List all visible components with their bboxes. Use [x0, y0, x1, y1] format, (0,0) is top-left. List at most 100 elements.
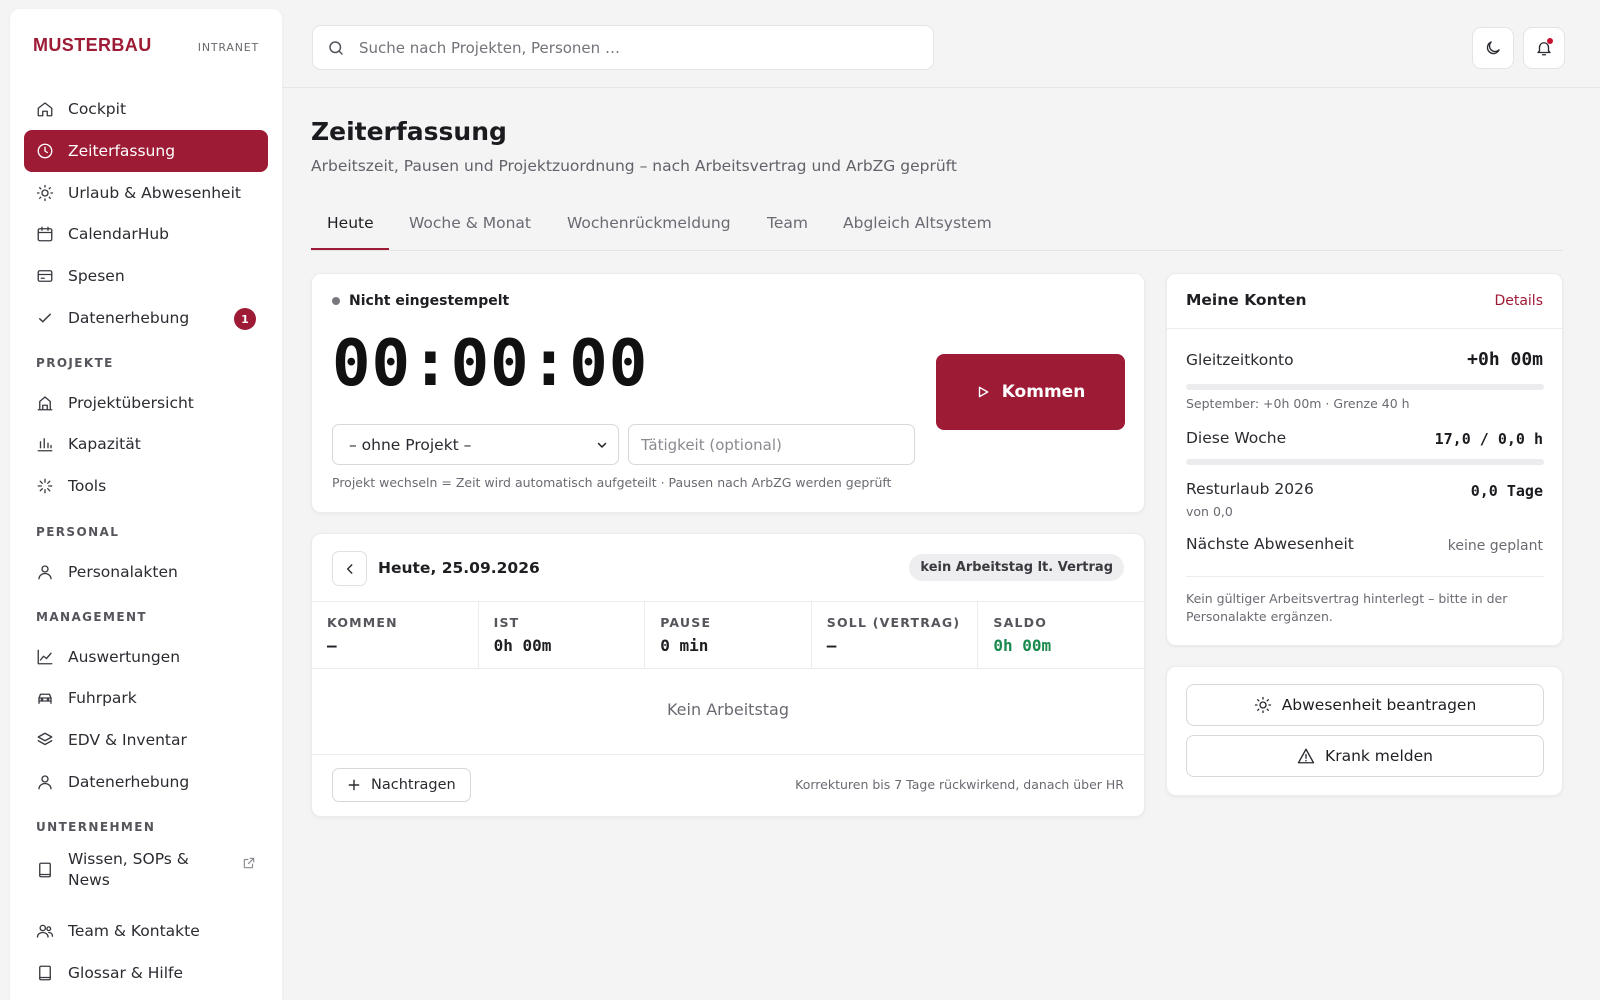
sidebar-item-tools[interactable]: Tools	[24, 465, 268, 507]
chevron-down-icon	[597, 442, 607, 448]
empty-state-message: Kein Arbeitstag	[666, 700, 790, 719]
clock-card: Nicht eingestempelt 00:00:00 Kommen – oh…	[311, 273, 1145, 513]
sidebar-item-personalakten[interactable]: Personalakten	[24, 551, 268, 593]
day-card: Heute, 25.09.2026 kein Arbeitstag lt. Ve…	[311, 533, 1145, 817]
stat-label: IST	[493, 615, 520, 630]
search-bar[interactable]	[312, 25, 934, 70]
layers-icon	[37, 732, 53, 746]
tab-team[interactable]: Team	[767, 214, 808, 251]
stat-label: SALDO	[993, 615, 1048, 630]
gleitzeit-label: Gleitzeitkonto	[1186, 351, 1294, 369]
kommen-button[interactable]: Kommen	[936, 354, 1125, 430]
status-dot	[332, 297, 340, 305]
next-absence-label: Nächste Abwesenheit	[1186, 535, 1354, 553]
sidebar-item-auswertungen[interactable]: Auswertungen	[24, 636, 268, 678]
sidebar-item-cockpit[interactable]: Cockpit	[24, 88, 268, 130]
moon-icon	[1486, 41, 1500, 55]
stat-kommen: KOMMEN –	[312, 602, 479, 668]
sidebar-item-datenerhebung[interactable]: Datenerhebung 1	[24, 297, 268, 339]
tab-abgleich-altsystem[interactable]: Abgleich Altsystem	[843, 214, 992, 251]
sidebar-item-spesen[interactable]: Spesen	[24, 255, 268, 297]
brand-subtitle: INTRANET	[197, 41, 259, 54]
gleitzeit-sub: September: +0h 00m · Grenze 40 h	[1186, 396, 1410, 411]
gleitzeit-value: +0h 00m	[1467, 349, 1543, 370]
home-icon	[37, 102, 53, 117]
sidebar-item-label: Auswertungen	[68, 648, 181, 666]
sidebar-item-label: Zeiterfassung	[68, 142, 176, 160]
nachtragen-button[interactable]: Nachtragen	[332, 768, 471, 802]
sidebar-item-label: Urlaub & Abwesenheit	[68, 184, 241, 202]
sidebar-item-datenerhebung-2[interactable]: Datenerhebung	[24, 761, 268, 803]
brand[interactable]: MUSTERBAU INTRANET	[33, 35, 259, 56]
user-icon	[38, 775, 52, 790]
stat-ist: IST 0h 00m	[479, 602, 646, 668]
actions-card: Abwesenheit beantragen Krank melden	[1166, 666, 1563, 796]
next-absence-value: keine geplant	[1447, 538, 1543, 554]
report-sick-button[interactable]: Krank melden	[1186, 735, 1544, 777]
nachtragen-button-label: Nachtragen	[371, 777, 456, 793]
plus-icon	[348, 779, 360, 791]
card-divider	[1186, 576, 1544, 577]
sidebar-item-label: CalendarHub	[68, 225, 170, 243]
stat-value: 0 min	[660, 636, 709, 655]
section-label-management: MANAGEMENT	[36, 610, 147, 624]
report-sick-label: Krank melden	[1325, 747, 1433, 765]
sidebar-item-urlaub[interactable]: Urlaub & Abwesenheit	[24, 172, 268, 214]
sidebar-item-label: EDV & Inventar	[68, 731, 187, 749]
request-absence-button[interactable]: Abwesenheit beantragen	[1186, 684, 1544, 726]
page-title: Zeiterfassung	[311, 117, 507, 146]
vacation-sub: von 0,0	[1186, 504, 1233, 519]
project-select[interactable]: – ohne Projekt –	[332, 424, 619, 465]
active-tab-indicator	[311, 248, 389, 250]
week-progress	[1186, 459, 1544, 465]
external-link-icon	[243, 857, 255, 869]
stat-saldo: SALDO 0h 00m	[978, 602, 1144, 668]
clock-status: Nicht eingestempelt	[332, 293, 509, 309]
tab-heute[interactable]: Heute	[327, 214, 374, 251]
stat-value: 0h 00m	[493, 636, 552, 655]
sidebar-item-label: Kapazität	[68, 435, 141, 453]
previous-day-button[interactable]	[332, 551, 367, 586]
sidebar-item-edv-inventar[interactable]: EDV & Inventar	[24, 719, 268, 761]
check-icon	[39, 313, 51, 323]
sun-icon	[36, 184, 54, 202]
sidebar-item-projektuebersicht[interactable]: Projektübersicht	[24, 382, 268, 424]
timer-display: 00:00:00	[332, 327, 649, 401]
user-icon	[38, 565, 52, 580]
accounts-title: Meine Konten	[1186, 291, 1307, 309]
sidebar-item-fuhrpark[interactable]: Fuhrpark	[24, 677, 268, 719]
notifications-button[interactable]	[1523, 27, 1565, 69]
sidebar-item-label: Cockpit	[68, 100, 127, 118]
header-divider	[282, 87, 1600, 88]
week-label: Diese Woche	[1186, 429, 1287, 447]
sidebar-item-team-kontakte[interactable]: Team & Kontakte	[24, 910, 268, 952]
tab-wochenrueckmeldung[interactable]: Wochenrückmeldung	[567, 214, 731, 251]
notification-badge: 1	[234, 308, 256, 330]
tab-woche-monat[interactable]: Woche & Monat	[409, 214, 531, 251]
day-title: Heute, 25.09.2026	[378, 559, 540, 577]
theme-toggle-button[interactable]	[1472, 27, 1514, 69]
users-icon	[36, 924, 54, 938]
contract-warning-note: Kein gültiger Arbeitsvertrag hinterlegt …	[1186, 591, 1508, 624]
book-icon	[39, 965, 51, 981]
details-link[interactable]: Details	[1494, 293, 1543, 309]
card-divider	[312, 754, 1144, 755]
activity-input[interactable]	[628, 424, 915, 465]
sidebar: MUSTERBAU INTRANET Cockpit Zeiterfassung…	[10, 9, 282, 1000]
accounts-card: Meine Konten Details Gleitzeitkonto +0h …	[1166, 273, 1563, 646]
search-input[interactable]	[359, 38, 899, 57]
stat-value: 0h 00m	[993, 636, 1052, 655]
sidebar-item-calendarhub[interactable]: CalendarHub	[24, 213, 268, 255]
clock-icon	[37, 143, 53, 159]
sidebar-item-zeiterfassung[interactable]: Zeiterfassung	[24, 130, 268, 172]
stat-label: KOMMEN	[327, 615, 398, 630]
sidebar-item-label: Projektübersicht	[68, 394, 194, 412]
sidebar-item-wissen[interactable]: Wissen, SOPs & News	[24, 844, 268, 896]
sidebar-item-kapazitaet[interactable]: Kapazität	[24, 423, 268, 465]
request-absence-label: Abwesenheit beantragen	[1281, 696, 1477, 714]
section-label-unternehmen: UNTERNEHMEN	[36, 820, 156, 834]
building-icon	[37, 396, 53, 411]
play-icon	[978, 386, 989, 398]
sidebar-item-glossar[interactable]: Glossar & Hilfe	[24, 952, 268, 994]
notification-dot	[1547, 38, 1553, 44]
